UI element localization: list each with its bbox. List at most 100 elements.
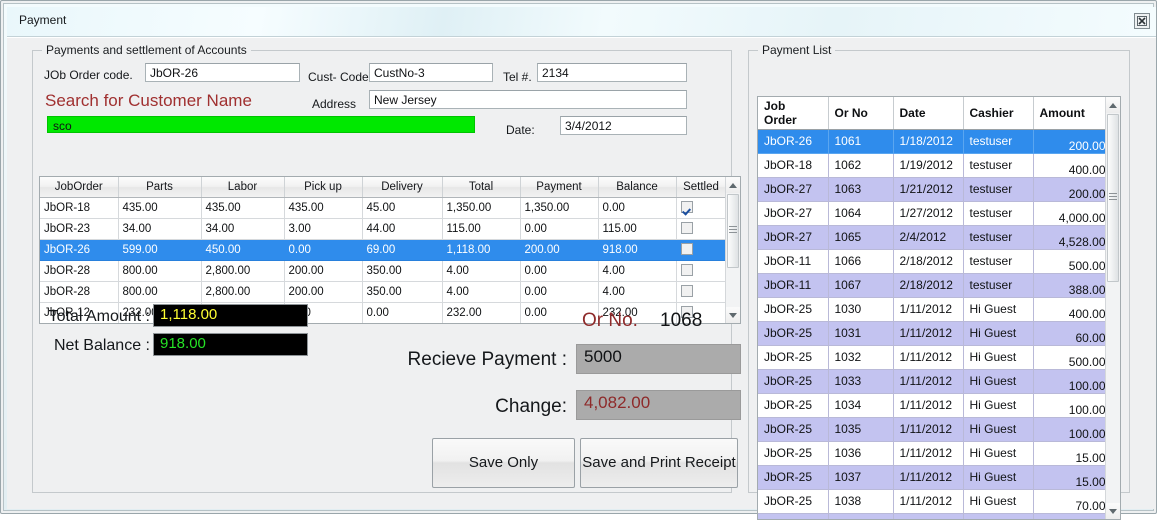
list-item[interactable]: JbOR-25 1037 1/11/2012 Hi Guest 15.00 (758, 465, 1107, 490)
total-amount-label: Total Amount : (48, 308, 150, 325)
scroll-up-icon[interactable] (726, 177, 740, 193)
table-row[interactable]: JbOR-18 435.00 435.00 435.00 45.00 1,350.00 1,… (40, 197, 727, 219)
payment-list-cell: testuser (963, 177, 1034, 202)
payment-list-cell: 1063 (828, 177, 894, 202)
date-label: Date: (506, 123, 535, 137)
list-item[interactable]: JbOR-25 1034 1/11/2012 Hi Guest 100.00 (758, 393, 1107, 418)
list-item[interactable]: JbOR-25 1035 1/11/2012 Hi Guest 100.00 (758, 417, 1107, 442)
list-item[interactable]: JbOR-18 1062 1/19/2012 testuser 400.00 (758, 153, 1107, 178)
payment-list-scrollbar[interactable] (1105, 97, 1120, 519)
list-item[interactable]: JbOR-27 1064 1/27/2012 testuser 4,000.00 (758, 201, 1107, 226)
table-row[interactable]: JbOR-28 800.00 2,800.00 200.00 350.00 4.00 0.0… (40, 281, 727, 303)
settled-checkbox-cell[interactable] (676, 218, 727, 240)
table-row[interactable]: JbOR-23 34.00 34.00 3.00 44.00 115.00 0.00 115.… (40, 218, 727, 240)
payment-list-cell: Hi Guest (963, 369, 1034, 394)
search-input[interactable]: sco (47, 116, 475, 133)
payment-list-body: JbOR-26 1061 1/18/2012 testuser 200.00 JbOR-1… (758, 129, 1107, 519)
payment-list-cell: JbOR-26 (758, 129, 829, 154)
accounts-grid-scroll-thumb[interactable] (727, 194, 739, 268)
checkbox-icon[interactable] (680, 285, 693, 298)
joborder-code-input[interactable]: JbOR-26 (145, 63, 300, 82)
close-icon[interactable] (1134, 13, 1150, 29)
payment-list-grid[interactable]: Job Order Or No Date Cashier Amount JbOR-26 10… (757, 96, 1121, 520)
list-item[interactable]: JbOR-11 1066 2/18/2012 testuser 500.00 (758, 249, 1107, 274)
total-amount-value: 1,118.00 (153, 304, 308, 327)
scroll-down-icon[interactable] (1106, 503, 1120, 519)
payment-list-cell: 1066 (828, 249, 894, 274)
accounts-grid-scrollbar[interactable] (725, 177, 740, 323)
accounts-col-header[interactable]: Settled (676, 177, 727, 198)
accounts-col-header[interactable]: Total (442, 177, 521, 198)
payment-window: Payment Payments and settlement of Accou… (0, 0, 1157, 520)
checkbox-icon[interactable] (680, 264, 693, 277)
list-item[interactable]: JbOR-27 1065 2/4/2012 testuser 4,528.00 (758, 225, 1107, 250)
or-no-label: Or No. (582, 310, 638, 331)
settled-checkbox-cell[interactable] (676, 239, 727, 261)
checkbox-icon[interactable] (680, 201, 693, 214)
scroll-up-icon[interactable] (1106, 97, 1120, 113)
payment-list-cell: 1/11/2012 (893, 465, 964, 490)
accounts-col-header[interactable]: Pick up (284, 177, 363, 198)
payment-list-cell: 1034 (828, 393, 894, 418)
payment-list-cell: Hi Guest (963, 417, 1034, 442)
accounts-col-header[interactable]: JobOrder (40, 177, 119, 198)
cust-code-input[interactable]: CustNo-3 (369, 63, 493, 82)
scroll-down-icon[interactable] (726, 307, 740, 323)
list-item[interactable]: JbOR-25 1031 1/11/2012 Hi Guest 60.00 (758, 321, 1107, 346)
checkbox-icon[interactable] (680, 222, 693, 235)
save-and-print-receipt-button[interactable]: Save and Print Receipt (580, 438, 738, 488)
payment-list-col-header[interactable]: Job Order (758, 97, 829, 130)
list-item[interactable]: JbOR-26 1061 1/18/2012 testuser 200.00 (758, 129, 1107, 154)
accounts-col-header[interactable]: Delivery (362, 177, 443, 198)
payment-list-col-header[interactable]: Cashier (963, 97, 1034, 130)
save-only-button[interactable]: Save Only (432, 438, 575, 488)
list-item[interactable]: JbOR-25 1038 1/11/2012 Hi Guest 70.00 (758, 489, 1107, 514)
payment-list-cell: 1061 (828, 129, 894, 154)
accounts-grid[interactable]: JobOrder Parts Labor Pick up Delivery Total Pa… (39, 176, 741, 324)
payment-list-cell: testuser (963, 249, 1034, 274)
payment-list-cell: 200.00 (1033, 129, 1107, 154)
accounts-col-header[interactable]: Balance (598, 177, 677, 198)
table-row[interactable]: JbOR-28 800.00 2,800.00 200.00 350.00 4.00 0.0… (40, 260, 727, 282)
window-title: Payment (19, 13, 67, 27)
titlebar: Payment (7, 7, 1156, 37)
recieve-payment-input[interactable]: 5000 (576, 344, 741, 374)
payment-list-cell: 1036 (828, 441, 894, 466)
table-cell: 800.00 (118, 281, 202, 303)
payment-list-cell: 70.00 (1033, 489, 1107, 514)
list-item[interactable]: JbOR-25 1036 1/11/2012 Hi Guest 15.00 (758, 441, 1107, 466)
payment-list-scroll-thumb[interactable] (1107, 114, 1119, 282)
table-cell: 435.00 (284, 197, 363, 219)
payment-list-cell: 1/11/2012 (893, 369, 964, 394)
list-item[interactable]: JbOR-25 1033 1/11/2012 Hi Guest 100.00 (758, 369, 1107, 394)
payment-list-cell: 1038 (828, 489, 894, 514)
table-row[interactable]: JbOR-26 599.00 450.00 0.00 69.00 1,118.00 200.… (40, 239, 727, 261)
accounts-col-header[interactable]: Labor (201, 177, 285, 198)
payment-list-col-header[interactable]: Date (893, 97, 964, 130)
table-cell: 0.00 (520, 260, 599, 282)
date-input[interactable]: 3/4/2012 (560, 116, 687, 135)
payment-list-cell: 1037 (828, 465, 894, 490)
table-cell: JbOR-18 (40, 197, 119, 219)
accounts-col-header[interactable]: Payment (520, 177, 599, 198)
checkbox-icon[interactable] (680, 243, 693, 256)
list-item[interactable]: JbOR-27 1063 1/21/2012 testuser 200.00 (758, 177, 1107, 202)
payment-list-cell: Hi Guest (963, 345, 1034, 370)
list-item[interactable]: JbOR-25 1032 1/11/2012 Hi Guest 500.00 (758, 345, 1107, 370)
list-item[interactable]: JbOR-2510391/11/2012Hi Guest100.00 (758, 513, 1107, 519)
settled-checkbox-cell[interactable] (676, 260, 727, 282)
change-value: 4,082.00 (576, 390, 741, 420)
list-item[interactable]: JbOR-11 1067 2/18/2012 testuser 388.00 (758, 273, 1107, 298)
tel-input[interactable]: 2134 (537, 63, 687, 82)
payment-list-col-header[interactable]: Amount (1033, 97, 1107, 130)
list-item[interactable]: JbOR-25 1030 1/11/2012 Hi Guest 400.00 (758, 297, 1107, 322)
address-input[interactable]: New Jersey (369, 90, 687, 109)
table-cell: 918.00 (598, 239, 677, 261)
accounts-grid-body: JbOR-18 435.00 435.00 435.00 45.00 1,350.00 1,… (40, 197, 727, 323)
table-cell: JbOR-28 (40, 260, 119, 282)
accounts-col-header[interactable]: Parts (118, 177, 202, 198)
settled-checkbox-cell[interactable] (676, 281, 727, 303)
payment-list-col-header[interactable]: Or No (828, 97, 894, 130)
settled-checkbox-cell[interactable] (676, 197, 727, 219)
window-frame: Payment Payments and settlement of Accou… (3, 3, 1156, 520)
